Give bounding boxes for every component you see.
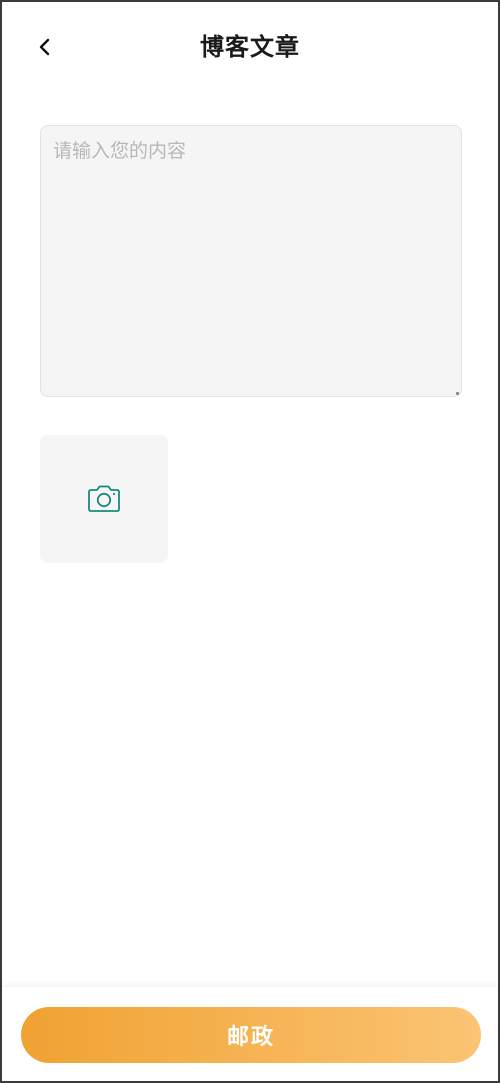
camera-icon: [88, 485, 120, 512]
header: 博客文章: [2, 2, 498, 92]
app-frame: 博客文章 邮政: [0, 0, 500, 1083]
content-textarea[interactable]: [40, 125, 462, 397]
resize-grip[interactable]: [456, 392, 459, 395]
submit-button[interactable]: 邮政: [21, 1007, 481, 1063]
page-title: 博客文章: [200, 33, 300, 61]
image-upload-button[interactable]: [40, 435, 168, 563]
bottom-bar: 邮政: [2, 987, 498, 1081]
